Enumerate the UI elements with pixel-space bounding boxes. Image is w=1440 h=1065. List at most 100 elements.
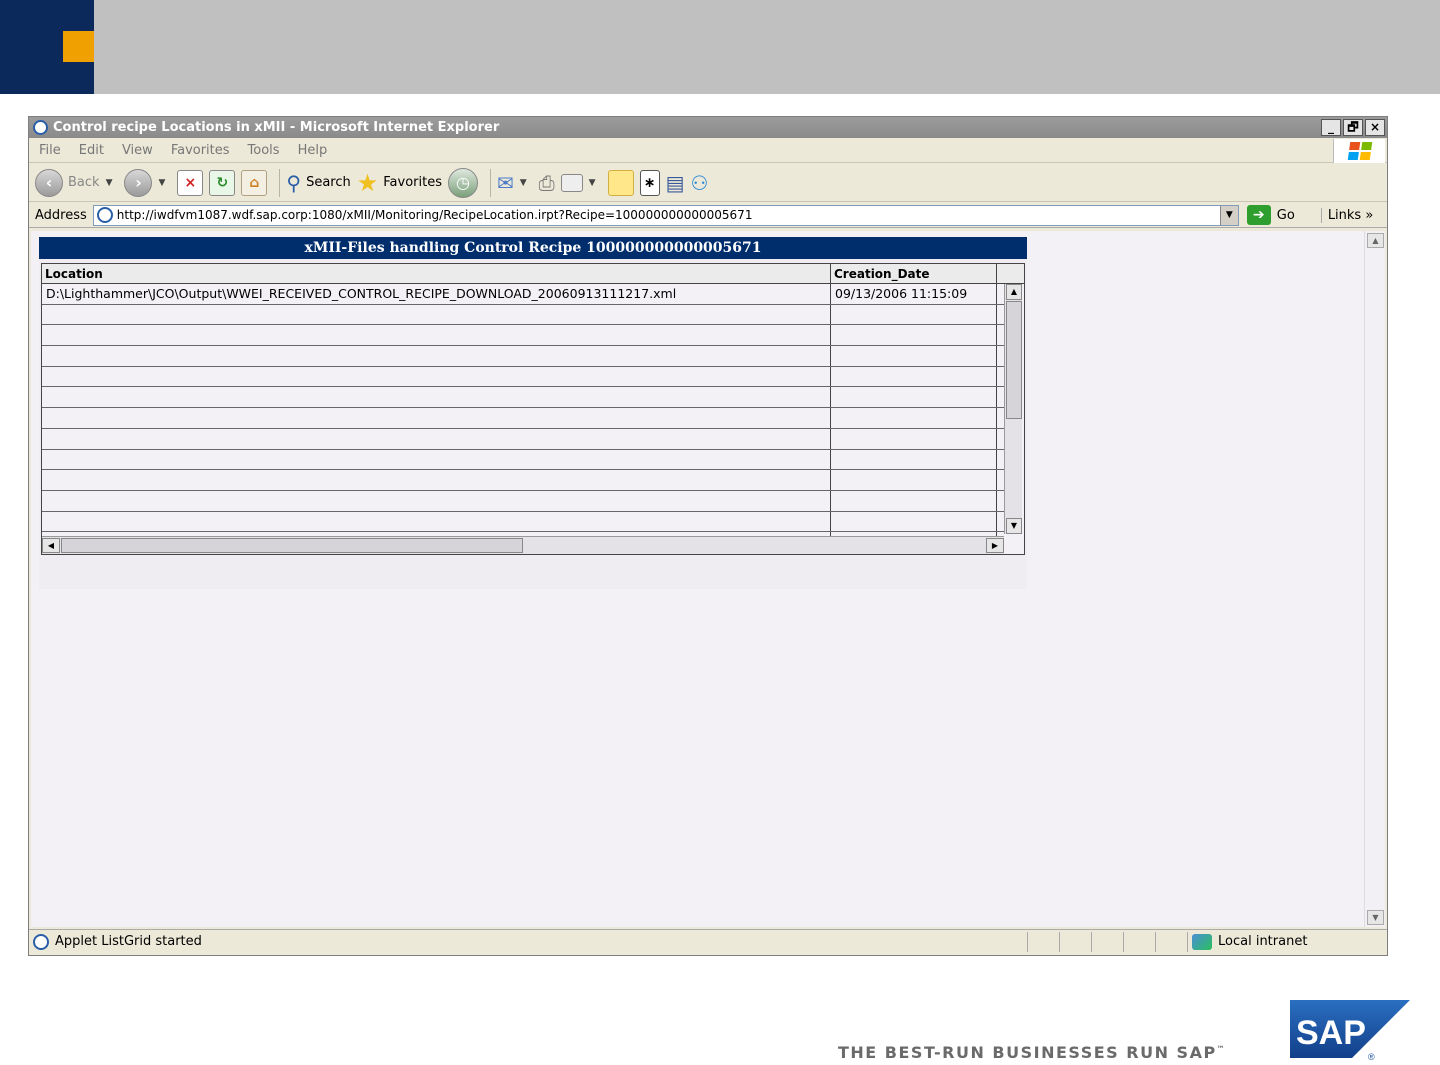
edit-icon <box>560 173 583 192</box>
refresh-icon: ↻ <box>209 169 236 196</box>
history-button[interactable]: ◷ <box>447 167 478 198</box>
window-controls: _ 🗗 × <box>1321 119 1385 136</box>
window-title: Control recipe Locations in xMII - Micro… <box>53 120 500 135</box>
cell-creation-date <box>831 470 997 490</box>
address-label: Address <box>35 207 87 223</box>
trademark-symbol: ™ <box>1216 1044 1227 1054</box>
sap-logo: SAP ® <box>1290 1000 1410 1062</box>
cell-creation-date <box>831 304 997 325</box>
cell-creation-date <box>831 325 997 346</box>
table-row[interactable] <box>42 325 1004 347</box>
table-row[interactable] <box>42 511 1004 533</box>
cell-location <box>42 428 831 449</box>
research-button[interactable]: ∗ <box>639 168 660 198</box>
windows-logo <box>1333 139 1385 163</box>
address-dropdown-icon[interactable]: ▼ <box>1219 205 1238 225</box>
status-ie-icon <box>33 933 49 950</box>
sap-logo-text: SAP <box>1296 1014 1366 1052</box>
media-button[interactable]: ▤ <box>666 168 685 198</box>
refresh-button[interactable]: ↻ <box>209 168 236 198</box>
favorites-button[interactable]: ★ Favorites <box>357 168 442 198</box>
cell-creation-date <box>831 387 997 408</box>
scroll-thumb[interactable] <box>1006 301 1022 419</box>
close-button[interactable]: × <box>1365 119 1385 136</box>
table-row[interactable] <box>42 387 1004 409</box>
cell-creation-date <box>831 511 997 532</box>
grid-rows: D:\Lighthammer\JCO\Output\WWEI_RECEIVED_… <box>42 284 1004 553</box>
edit-dropdown-icon[interactable]: ▼ <box>589 178 596 188</box>
forward-button[interactable]: › ▼ <box>124 168 171 198</box>
status-pane <box>1155 931 1187 952</box>
column-header-creation-date[interactable]: Creation_Date <box>831 264 997 284</box>
column-header-location[interactable]: Location <box>42 264 831 284</box>
back-dropdown-icon[interactable]: ▼ <box>106 178 113 188</box>
address-bar: Address http://iwdfvm1087.wdf.sap.corp:1… <box>29 203 1387 228</box>
page-scroll-down-icon[interactable]: ▼ <box>1367 910 1384 925</box>
favorites-label: Favorites <box>383 175 442 190</box>
cell-location <box>42 408 831 428</box>
security-zone[interactable]: Local intranet <box>1187 931 1387 952</box>
table-row[interactable] <box>42 346 1004 367</box>
cell-creation-date <box>831 346 997 366</box>
status-pane <box>1123 931 1155 952</box>
status-message: Applet ListGrid started <box>33 933 1027 950</box>
toolbar-separator <box>489 168 491 197</box>
forward-dropdown-icon[interactable]: ▼ <box>158 178 165 188</box>
print-button[interactable]: ⎙ <box>539 168 555 198</box>
menu-tools[interactable]: Tools <box>248 143 280 158</box>
edit-button[interactable]: ▼ <box>560 168 602 198</box>
minimize-button[interactable]: _ <box>1321 119 1341 136</box>
discuss-button[interactable] <box>607 168 634 198</box>
registered-symbol: ® <box>1368 1052 1375 1062</box>
menu-edit[interactable]: Edit <box>79 143 104 158</box>
go-button[interactable]: ➔ Go <box>1246 205 1295 225</box>
back-label: Back <box>68 175 100 190</box>
menu-view[interactable]: View <box>122 143 153 158</box>
stop-icon: × <box>177 169 204 196</box>
forward-arrow-icon: › <box>124 168 153 197</box>
grid-header: Location Creation_Date <box>42 264 1024 284</box>
scroll-left-icon[interactable]: ◀ <box>42 538 60 553</box>
cell-location: D:\Lighthammer\JCO\Output\WWEI_RECEIVED_… <box>42 284 831 304</box>
scroll-up-icon[interactable]: ▲ <box>1006 284 1022 300</box>
status-pane <box>1059 931 1091 952</box>
stop-button[interactable]: × <box>177 168 204 198</box>
page-scroll-up-icon[interactable]: ▲ <box>1367 233 1384 248</box>
table-row[interactable] <box>42 366 1004 388</box>
table-row[interactable] <box>42 470 1004 491</box>
links-button[interactable]: Links » <box>1320 207 1374 223</box>
table-row[interactable]: D:\Lighthammer\JCO\Output\WWEI_RECEIVED_… <box>42 284 1004 305</box>
table-row[interactable] <box>42 490 1004 512</box>
title-bar[interactable]: Control recipe Locations in xMII - Micro… <box>29 117 1387 138</box>
column-header-corner <box>997 264 1024 284</box>
mail-icon: ✉ <box>496 170 514 195</box>
scroll-thumb-horizontal[interactable] <box>61 538 523 553</box>
restore-button[interactable]: 🗗 <box>1343 119 1363 136</box>
menu-file[interactable]: File <box>39 143 61 158</box>
grid-vertical-scrollbar[interactable]: ▲ ▼ <box>1004 284 1022 534</box>
print-icon: ⎙ <box>538 170 555 195</box>
table-row[interactable] <box>42 449 1004 471</box>
cell-creation-date <box>831 449 997 470</box>
cell-location <box>42 470 831 490</box>
page-vertical-scrollbar[interactable]: ▲ ▼ <box>1364 231 1385 927</box>
grid-horizontal-scrollbar[interactable]: ◀ ▶ <box>42 536 1004 554</box>
home-button[interactable]: ⌂ <box>241 168 268 198</box>
scroll-right-icon[interactable]: ▶ <box>986 538 1004 553</box>
links-chevron-icon: » <box>1365 207 1374 223</box>
cell-creation-date <box>831 490 997 511</box>
search-button[interactable]: ⚲ Search <box>286 168 350 198</box>
address-input[interactable]: http://iwdfvm1087.wdf.sap.corp:1080/xMII… <box>92 204 1239 226</box>
menu-favorites[interactable]: Favorites <box>171 143 230 158</box>
messenger-icon: ⚇ <box>690 170 709 195</box>
table-row[interactable] <box>42 304 1004 326</box>
messenger-button[interactable]: ⚇ <box>691 168 709 198</box>
mail-button[interactable]: ✉ ▼ <box>497 168 533 198</box>
menu-help[interactable]: Help <box>298 143 328 158</box>
page-content: xMII-Files handling Control Recipe 10000… <box>31 231 1365 927</box>
scroll-down-icon[interactable]: ▼ <box>1006 518 1022 534</box>
table-row[interactable] <box>42 428 1004 450</box>
table-row[interactable] <box>42 408 1004 429</box>
mail-dropdown-icon[interactable]: ▼ <box>520 178 527 188</box>
back-button[interactable]: ‹ Back ▼ <box>35 168 118 198</box>
